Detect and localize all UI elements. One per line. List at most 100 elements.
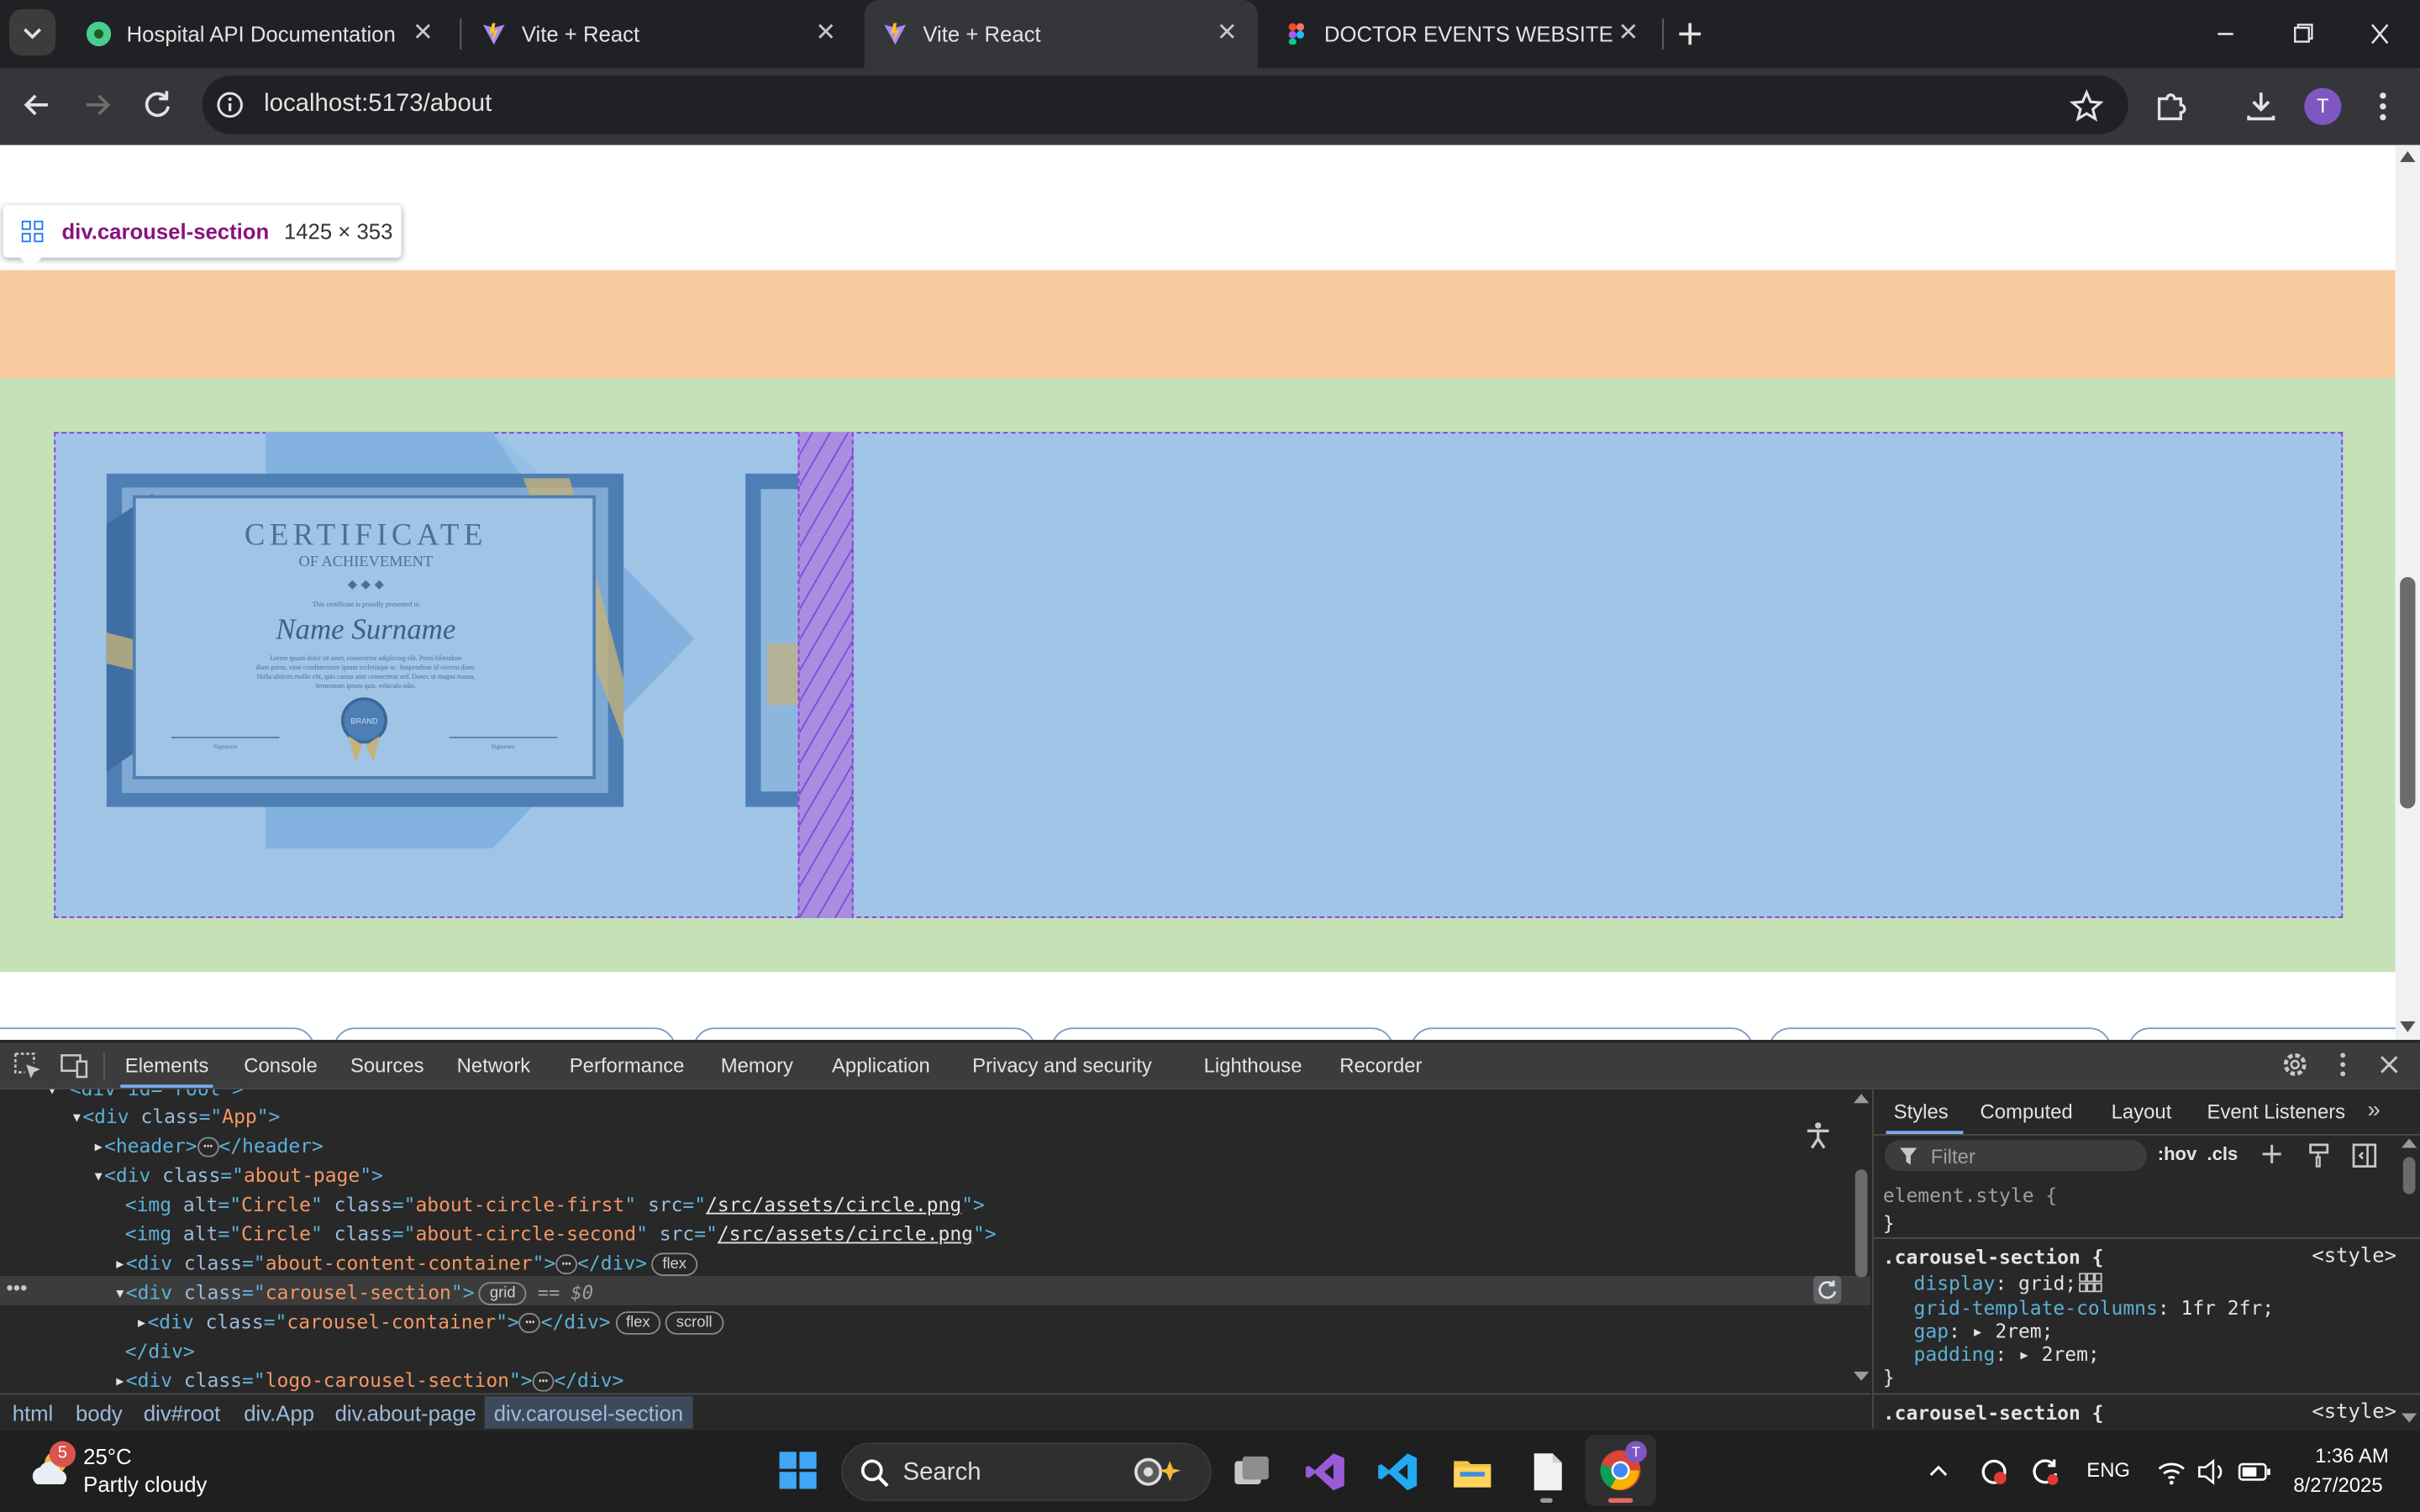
src-link[interactable]: /src/assets/circle.png [706,1193,961,1216]
close-tab-icon[interactable]: ✕ [411,21,435,46]
dom-line-carousel-container[interactable]: ▸<div class="carousel-container"> ⋯ </div>… [136,1307,723,1336]
styles-scrollbar[interactable] [2400,1136,2418,1429]
devtools-tab-elements[interactable]: Elements [125,1053,209,1077]
notepad-icon[interactable] [1528,1451,1568,1494]
file-explorer-icon[interactable] [1451,1451,1494,1494]
scrollbar-thumb[interactable] [2400,576,2416,809]
new-tab-button[interactable] [1673,17,1707,50]
tab-vite-react-active[interactable]: Vite + React ✕ [864,0,1258,68]
flex-badge[interactable]: flex [615,1311,661,1335]
restore-button[interactable] [2284,18,2321,50]
devtools-settings-button[interactable] [2280,1049,2311,1080]
downloads-button[interactable] [2241,87,2281,127]
devtools-tab-privacy[interactable]: Privacy and security [972,1053,1152,1077]
battery-icon[interactable] [2238,1460,2271,1484]
styles-filter-input[interactable]: Filter [1884,1140,2147,1172]
forward-button[interactable] [79,87,116,123]
tray-app-icon[interactable] [1979,1457,2010,1488]
wifi-icon[interactable] [2156,1458,2187,1486]
src-link[interactable]: /src/assets/circle.png [718,1222,973,1246]
scrollbar-thumb[interactable] [1854,1169,1868,1278]
scroll-badge[interactable]: scroll [665,1311,723,1335]
rule-source-link-2[interactable]: <style> [2312,1401,2396,1425]
devtools-menu-button[interactable] [2328,1049,2359,1080]
devtools-tab-lighthouse[interactable]: Lighthouse [1204,1053,1302,1077]
tab-figma[interactable]: DOCTOR EVENTS WEBSITE – Fig ✕ [1265,0,1659,68]
tab-hospital-api[interactable]: Hospital API Documentation ✕ [68,0,454,68]
paint-format-icon[interactable] [2306,1142,2333,1169]
clock-date[interactable]: 8/27/2025 [2293,1473,2382,1497]
scroll-up-arrow[interactable] [2400,151,2416,162]
styles-tab-event-listeners[interactable]: Event Listeners [2207,1100,2346,1124]
more-tabs-icon[interactable]: » [2368,1097,2381,1123]
close-tab-icon[interactable]: ✕ [1616,21,1640,46]
styles-tab-computed[interactable]: Computed [1981,1100,2073,1124]
certificate-image[interactable]: CERTIFICATE OF ACHIEVEMENT ◆ ◆ ◆ This ce… [106,432,697,849]
dom-line-app[interactable]: ▾<div class="App"> [71,1101,280,1131]
show-hidden-icons[interactable] [1924,1458,1952,1486]
scroll-up-arrow[interactable] [2401,1138,2417,1148]
browser-menu-button[interactable] [2365,87,2402,127]
styles-tab-layout[interactable]: Layout [2112,1100,2172,1124]
device-toolbar-button[interactable] [59,1051,90,1082]
breadcrumb-carousel-section[interactable]: div.carousel-section [484,1396,693,1431]
url-text[interactable]: localhost:5173/about [264,90,492,121]
certificate-image-second[interactable] [745,473,798,807]
clock-time[interactable]: 1:36 AM [2315,1444,2389,1467]
chrome-taskbar-button[interactable]: T [1585,1435,1656,1506]
close-tab-icon[interactable]: ✕ [1215,21,1239,46]
page-scrollbar[interactable] [2395,144,2420,1040]
scroll-up-arrow[interactable] [1853,1094,1870,1104]
grid-badge[interactable]: grid [479,1282,527,1305]
site-info-icon[interactable] [214,90,245,121]
flex-badge[interactable]: flex [651,1252,697,1276]
collapsed-ellipsis[interactable]: ⋯ [197,1137,219,1158]
devtools-tab-sources[interactable]: Sources [350,1053,424,1077]
breadcrumb-app[interactable]: div.App [244,1401,314,1425]
tab-vite-react-1[interactable]: Vite + React ✕ [463,0,856,68]
profile-avatar[interactable]: T [2304,87,2342,125]
language-indicator[interactable]: ENG [2086,1458,2130,1482]
breadcrumb-html[interactable]: html [13,1401,54,1425]
inspect-element-button[interactable] [13,1051,44,1082]
devtools-tab-application[interactable]: Application [832,1053,930,1077]
node-action-button[interactable] [1813,1275,1842,1305]
dom-line-about-page[interactable]: ▾<div class="about-page"> [92,1160,383,1189]
devtools-close-button[interactable] [2374,1049,2405,1080]
breadcrumb-about-page[interactable]: div.about-page [335,1401,476,1425]
add-rule-icon[interactable] [2260,1142,2287,1169]
dom-line-img-second[interactable]: <img alt="Circle" class="about-circle-se… [125,1219,997,1248]
task-view-icon[interactable] [1230,1451,1273,1494]
scrollbar-thumb[interactable] [2402,1157,2416,1194]
visual-studio-icon[interactable] [1304,1451,1347,1494]
dom-line-logo-carousel[interactable]: ▸<div class="logo-carousel-section"> ⋯ </d… [114,1366,623,1392]
close-tab-icon[interactable]: ✕ [813,21,838,46]
weather-widget[interactable]: 5 25°C Partly cloudy [28,1441,244,1503]
row-more-dots[interactable]: ••• [6,1276,27,1299]
grid-editor-icon[interactable] [2079,1273,2104,1293]
dom-line-header[interactable]: ▸<header> ⋯ </header> [92,1131,324,1160]
minimize-button[interactable] [2207,18,2244,50]
volume-icon[interactable] [2196,1458,2228,1486]
reload-button[interactable] [139,87,176,123]
carousel-section-rule-2[interactable]: .carousel-section { [1883,1398,2104,1427]
devtools-tab-memory[interactable]: Memory [721,1053,793,1077]
dom-line-content-container[interactable]: ▸<div class="about-content-container"> ⋯ <… [114,1248,697,1278]
devtools-tab-performance[interactable]: Performance [570,1053,685,1077]
dom-line-close-div[interactable]: </div> [125,1336,195,1366]
devtools-tab-network[interactable]: Network [457,1053,531,1077]
elements-scrollbar[interactable] [1852,1089,1870,1392]
toggle-sidebar-icon[interactable] [2350,1142,2378,1169]
hover-state-toggle[interactable]: :hov [2158,1143,2197,1165]
element-style-rule[interactable]: element.style { [1883,1180,2057,1210]
devtools-tab-console[interactable]: Console [244,1053,318,1077]
rule-source-link[interactable]: <style> [2312,1245,2396,1268]
bookmark-star-button[interactable] [2068,88,2105,125]
dom-line-carousel-section[interactable]: ▾<div class="carousel-section"> grid == $… [114,1278,593,1309]
scroll-down-arrow[interactable] [1853,1371,1870,1381]
dom-line-img-first[interactable]: <img alt="Circle" class="about-circle-fi… [125,1189,985,1219]
vscode-icon[interactable] [1376,1451,1419,1494]
breadcrumb-body[interactable]: body [76,1401,123,1425]
back-button[interactable] [18,87,55,123]
start-button[interactable] [776,1449,819,1492]
